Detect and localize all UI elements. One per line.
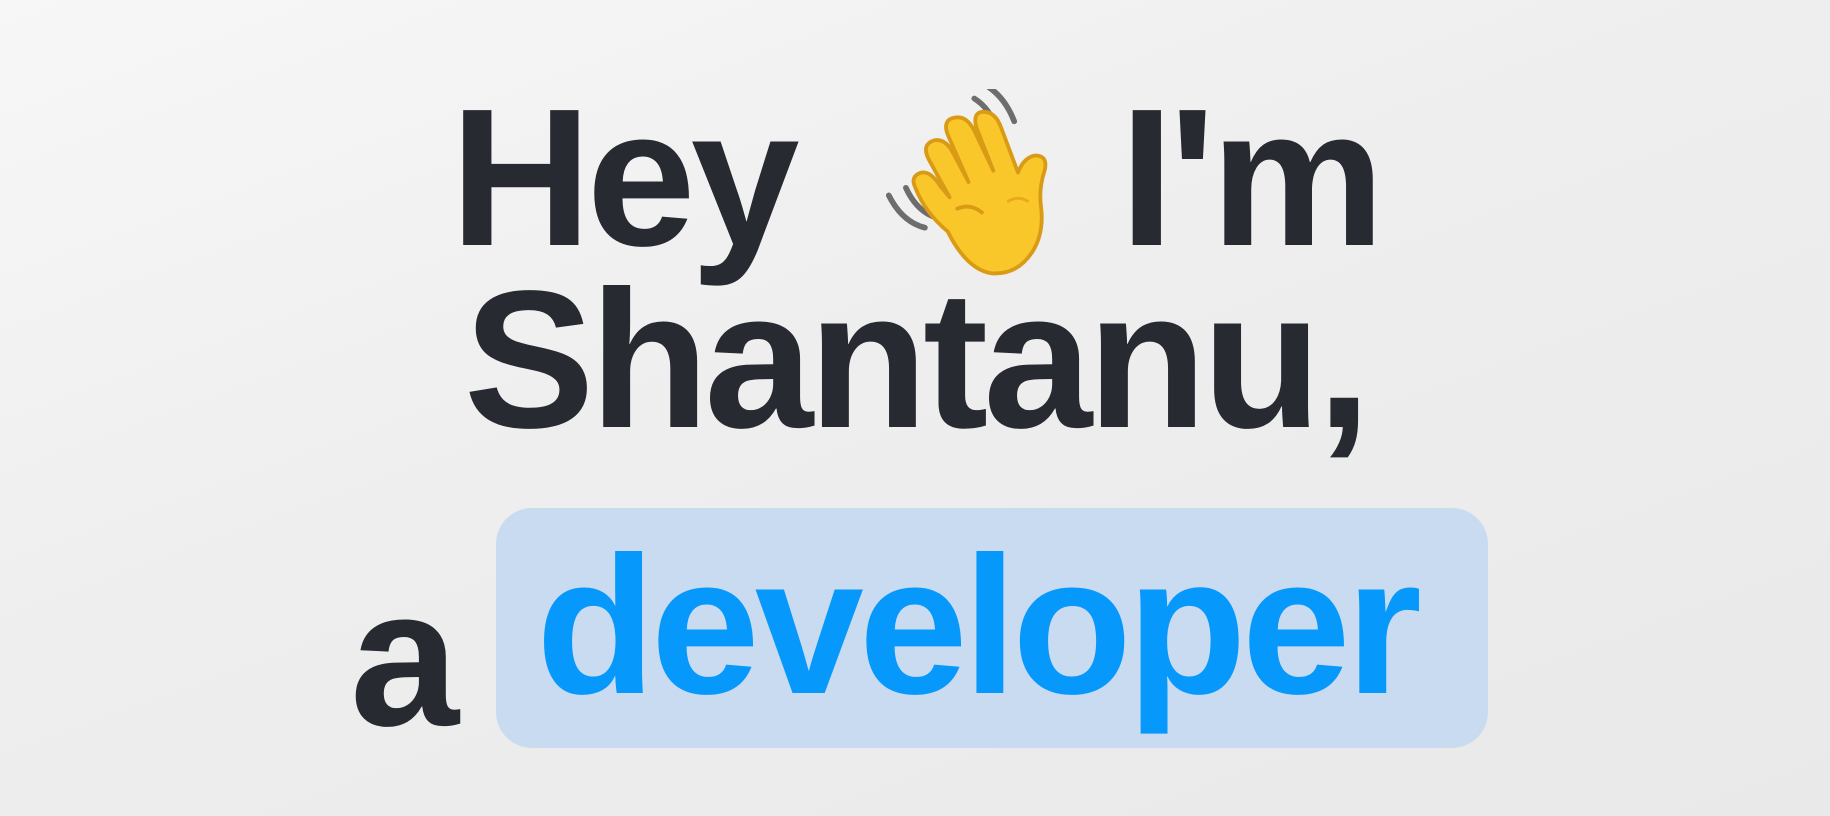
article-text: a (350, 548, 459, 767)
name-line: Shantanu, (0, 262, 1830, 458)
intro-word: I'm (1119, 68, 1385, 287)
hero-section: Hey I'm Shantanu, a developer (0, 0, 1830, 816)
greeting-word: Hey (450, 68, 800, 287)
role-text: developer (536, 516, 1422, 735)
name-text: Shantanu, (463, 250, 1371, 469)
